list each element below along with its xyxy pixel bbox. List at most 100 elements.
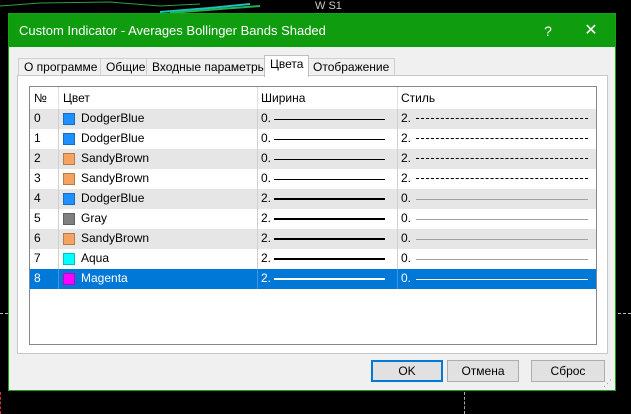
color-name: DodgerBlue	[81, 191, 145, 205]
width-cell[interactable]: 2.	[258, 229, 397, 249]
table-row[interactable]: 1 DodgerBlue 0. 2.	[30, 129, 596, 149]
color-swatch	[63, 273, 75, 285]
color-cell[interactable]: SandyBrown	[59, 229, 257, 249]
color-name: Magenta	[81, 271, 128, 285]
row-number: 3	[34, 171, 41, 185]
width-cell[interactable]: 0.	[258, 169, 397, 189]
width-cell[interactable]: 0.	[258, 129, 397, 149]
color-name: DodgerBlue	[81, 131, 145, 145]
chart-level-label: W S1	[315, 0, 342, 12]
color-swatch	[63, 213, 75, 225]
width-preview-line	[274, 278, 385, 280]
style-cell[interactable]: 2.	[398, 129, 596, 149]
style-cell[interactable]: 2.	[398, 109, 596, 129]
width-value: 2.	[261, 251, 272, 265]
color-name: SandyBrown	[81, 171, 150, 185]
color-swatch	[63, 133, 75, 145]
row-number: 1	[34, 131, 41, 145]
tab-about[interactable]: О программе	[18, 58, 104, 76]
style-cell[interactable]: 0.	[398, 189, 596, 209]
style-value: 0.	[401, 251, 412, 265]
tab-inputs[interactable]: Входные параметры	[146, 58, 273, 76]
table-row[interactable]: 5 Gray 2. 0.	[30, 209, 596, 229]
table-row[interactable]: 6 SandyBrown 2. 0.	[30, 229, 596, 249]
color-swatch	[63, 193, 75, 205]
style-preview-line	[416, 138, 588, 139]
table-header: № Цвет Ширина Стиль	[30, 87, 596, 109]
style-cell[interactable]: 2.	[398, 149, 596, 169]
tab-visualization[interactable]: Отображение	[307, 58, 396, 76]
color-name: SandyBrown	[81, 231, 150, 245]
style-preview-line	[416, 158, 588, 159]
header-num[interactable]: №	[30, 87, 58, 109]
color-name: SandyBrown	[81, 151, 150, 165]
width-preview-line	[274, 139, 385, 140]
width-preview-line	[274, 159, 385, 160]
color-cell[interactable]: SandyBrown	[59, 149, 257, 169]
chart-vertical-line	[464, 392, 465, 414]
row-number: 5	[34, 211, 41, 225]
help-button[interactable]: ?	[528, 18, 568, 44]
color-cell[interactable]: Gray	[59, 209, 257, 229]
width-cell[interactable]: 2.	[258, 189, 397, 209]
style-preview-line	[416, 219, 588, 220]
row-number: 6	[34, 231, 41, 245]
ok-button[interactable]: OK	[371, 360, 443, 382]
color-cell[interactable]: DodgerBlue	[59, 109, 257, 129]
table-row[interactable]: 4 DodgerBlue 2. 0.	[30, 189, 596, 209]
width-value: 2.	[261, 211, 272, 225]
close-button[interactable]: ✕	[568, 18, 614, 44]
style-cell[interactable]: 2.	[398, 169, 596, 189]
width-preview-line	[274, 198, 385, 200]
row-number: 4	[34, 191, 41, 205]
width-cell[interactable]: 2.	[258, 209, 397, 229]
width-cell[interactable]: 2.	[258, 269, 397, 289]
width-value: 2.	[261, 231, 272, 245]
style-value: 0.	[401, 191, 412, 205]
width-cell[interactable]: 2.	[258, 249, 397, 269]
table-row[interactable]: 0 DodgerBlue 0. 2.	[30, 109, 596, 129]
style-cell[interactable]: 0.	[398, 229, 596, 249]
width-preview-line	[274, 238, 385, 240]
style-cell[interactable]: 0.	[398, 269, 596, 289]
row-number: 7	[34, 251, 41, 265]
header-style[interactable]: Стиль	[398, 87, 596, 109]
width-value: 0.	[261, 111, 272, 125]
resize-grip-icon[interactable]: ⋰	[603, 378, 613, 388]
table-row[interactable]: 8 Magenta 2. 0.	[30, 269, 596, 289]
width-cell[interactable]: 0.	[258, 149, 397, 169]
width-preview-line	[274, 119, 385, 120]
color-name: DodgerBlue	[81, 111, 145, 125]
tab-colors[interactable]: Цвета	[264, 55, 310, 77]
custom-indicator-dialog: Custom Indicator - Averages Bollinger Ba…	[8, 13, 616, 391]
tab-common[interactable]: Общие	[100, 58, 152, 76]
color-swatch	[63, 233, 75, 245]
style-value: 2.	[401, 151, 412, 165]
color-name: Gray	[81, 211, 108, 225]
header-width[interactable]: Ширина	[258, 87, 397, 109]
table-row[interactable]: 2 SandyBrown 0. 2.	[30, 149, 596, 169]
cancel-button[interactable]: Отмена	[447, 360, 519, 382]
width-preview-line	[274, 218, 385, 220]
style-preview-line	[416, 118, 588, 119]
reset-button[interactable]: Сброс	[531, 360, 605, 382]
width-cell[interactable]: 0.	[258, 109, 397, 129]
header-color[interactable]: Цвет	[59, 87, 257, 109]
color-cell[interactable]: SandyBrown	[59, 169, 257, 189]
table-row[interactable]: 3 SandyBrown 0. 2.	[30, 169, 596, 189]
table-row[interactable]: 7 Aqua 2. 0.	[30, 249, 596, 269]
screen: W S1 Custom Indicator - Averages Bolling…	[0, 0, 631, 414]
style-value: 0.	[401, 231, 412, 245]
color-swatch	[63, 153, 75, 165]
color-swatch	[63, 113, 75, 125]
style-value: 0.	[401, 211, 412, 225]
color-cell[interactable]: Aqua	[59, 249, 257, 269]
colors-table: № Цвет Ширина Стиль 0 DodgerBlue 0. 2. 1 Dodg…	[29, 86, 597, 345]
style-cell[interactable]: 0.	[398, 249, 596, 269]
style-cell[interactable]: 0.	[398, 209, 596, 229]
color-cell[interactable]: DodgerBlue	[59, 189, 257, 209]
row-number: 2	[34, 151, 41, 165]
dialog-titlebar[interactable]: Custom Indicator - Averages Bollinger Ba…	[9, 14, 615, 47]
color-cell[interactable]: DodgerBlue	[59, 129, 257, 149]
color-cell[interactable]: Magenta	[59, 269, 257, 289]
